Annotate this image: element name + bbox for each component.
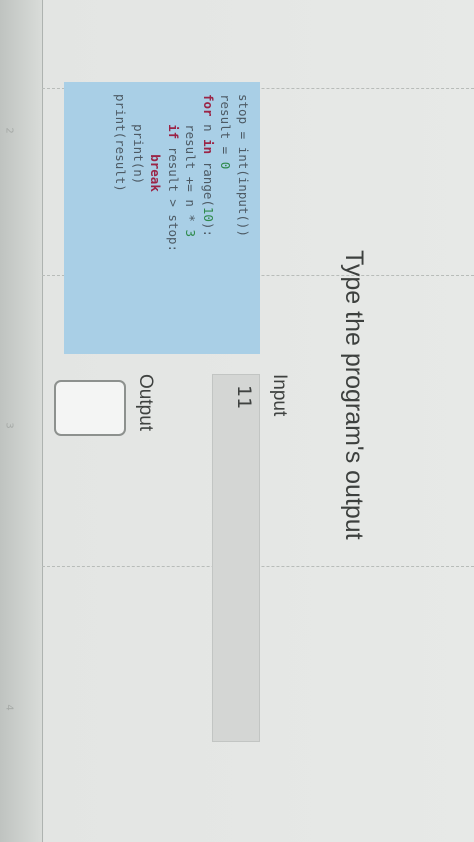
- input-display: 11: [212, 374, 260, 742]
- code-block: stop = int(input()) result = 0 for n in …: [64, 82, 260, 354]
- code-line: print(n): [131, 94, 146, 185]
- page-marker-4: 4: [3, 704, 15, 711]
- code-line: if result > stop:: [166, 124, 181, 253]
- output-label: Output: [135, 374, 156, 432]
- prompt-title: Type the program's output: [340, 250, 368, 540]
- output-answer-field[interactable]: [54, 380, 126, 436]
- code-line: result += n * 3: [183, 94, 199, 237]
- code-line: stop = int(input()): [236, 94, 251, 237]
- code-line: result = 0: [218, 94, 234, 170]
- code-line: break: [148, 154, 164, 192]
- input-label: Input: [269, 374, 290, 417]
- code-line: for n in range(10):: [201, 94, 216, 238]
- page-marker-2: 2: [3, 127, 15, 134]
- page-margin: [0, 0, 43, 842]
- screen: 2 3 4 Type the program's output stop = i…: [0, 0, 474, 842]
- question-panel: Type the program's output stop = int(inp…: [48, 60, 388, 780]
- code-line: print(result): [113, 94, 129, 192]
- input-value: 11: [233, 385, 255, 410]
- page-marker-3: 3: [3, 422, 15, 429]
